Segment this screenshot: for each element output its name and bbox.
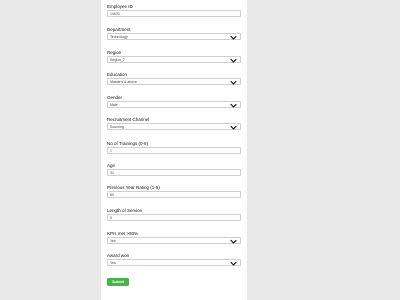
field-employee-id: Employee ID 14633 xyxy=(107,4,241,17)
field-education: Education Master's & above xyxy=(107,72,241,85)
department-select[interactable]: Technology xyxy=(107,33,241,40)
recruitment-channel-select[interactable]: Sourcing xyxy=(107,123,241,130)
field-label: Age xyxy=(107,163,116,168)
award-won-select[interactable]: Yes xyxy=(107,259,241,266)
field-label: Award won xyxy=(107,253,130,258)
field-label: No of Trainings (0-9) xyxy=(107,141,149,146)
field-no-of-trainings: No of Trainings (0-9) 1 xyxy=(107,141,241,154)
field-label: Length of Service xyxy=(107,208,143,213)
age-input[interactable]: 31 xyxy=(107,169,241,176)
field-award-won: Award won Yes xyxy=(107,253,241,266)
gender-select[interactable]: Male xyxy=(107,101,241,108)
employee-id-input[interactable]: 14633 xyxy=(107,10,241,17)
field-label: Previous Year Rating (1-5) xyxy=(107,185,160,190)
field-recruitment-channel: Recruitment Channel Sourcing xyxy=(107,117,241,130)
chevron-down-icon xyxy=(230,104,237,108)
field-label: Region xyxy=(107,50,122,55)
field-region: Region Region_7 xyxy=(107,50,241,63)
field-length-of-service: Length of Service 5 xyxy=(107,208,241,221)
field-gender: Gender Male xyxy=(107,95,241,108)
chevron-down-icon xyxy=(230,59,237,63)
chevron-down-icon xyxy=(230,240,237,244)
chevron-down-icon xyxy=(230,262,237,266)
field-label: Department xyxy=(107,27,131,32)
field-label: Gender xyxy=(107,95,123,100)
region-select[interactable]: Region_7 xyxy=(107,56,241,63)
submit-button[interactable]: Submit xyxy=(107,278,129,286)
chevron-down-icon xyxy=(230,81,237,85)
form-panel: Employee ID 14633 Department Technology … xyxy=(101,0,247,300)
chevron-down-icon xyxy=(230,126,237,130)
field-label: Employee ID xyxy=(107,4,133,9)
length-of-service-input[interactable]: 5 xyxy=(107,214,241,221)
chevron-down-icon xyxy=(230,36,237,40)
no-of-trainings-input[interactable]: 1 xyxy=(107,147,241,154)
field-department: Department Technology xyxy=(107,27,241,40)
field-age: Age 31 xyxy=(107,163,241,176)
field-label: Education xyxy=(107,72,128,77)
education-select[interactable]: Master's & above xyxy=(107,78,241,85)
previous-year-rating-input[interactable]: 80 xyxy=(107,191,241,198)
field-previous-year-rating: Previous Year Rating (1-5) 80 xyxy=(107,185,241,198)
kpis-met-select[interactable]: Yes xyxy=(107,237,241,244)
field-label: KPIs met >80% xyxy=(107,231,139,236)
field-label: Recruitment Channel xyxy=(107,117,150,122)
field-kpis-met: KPIs met >80% Yes xyxy=(107,231,241,244)
